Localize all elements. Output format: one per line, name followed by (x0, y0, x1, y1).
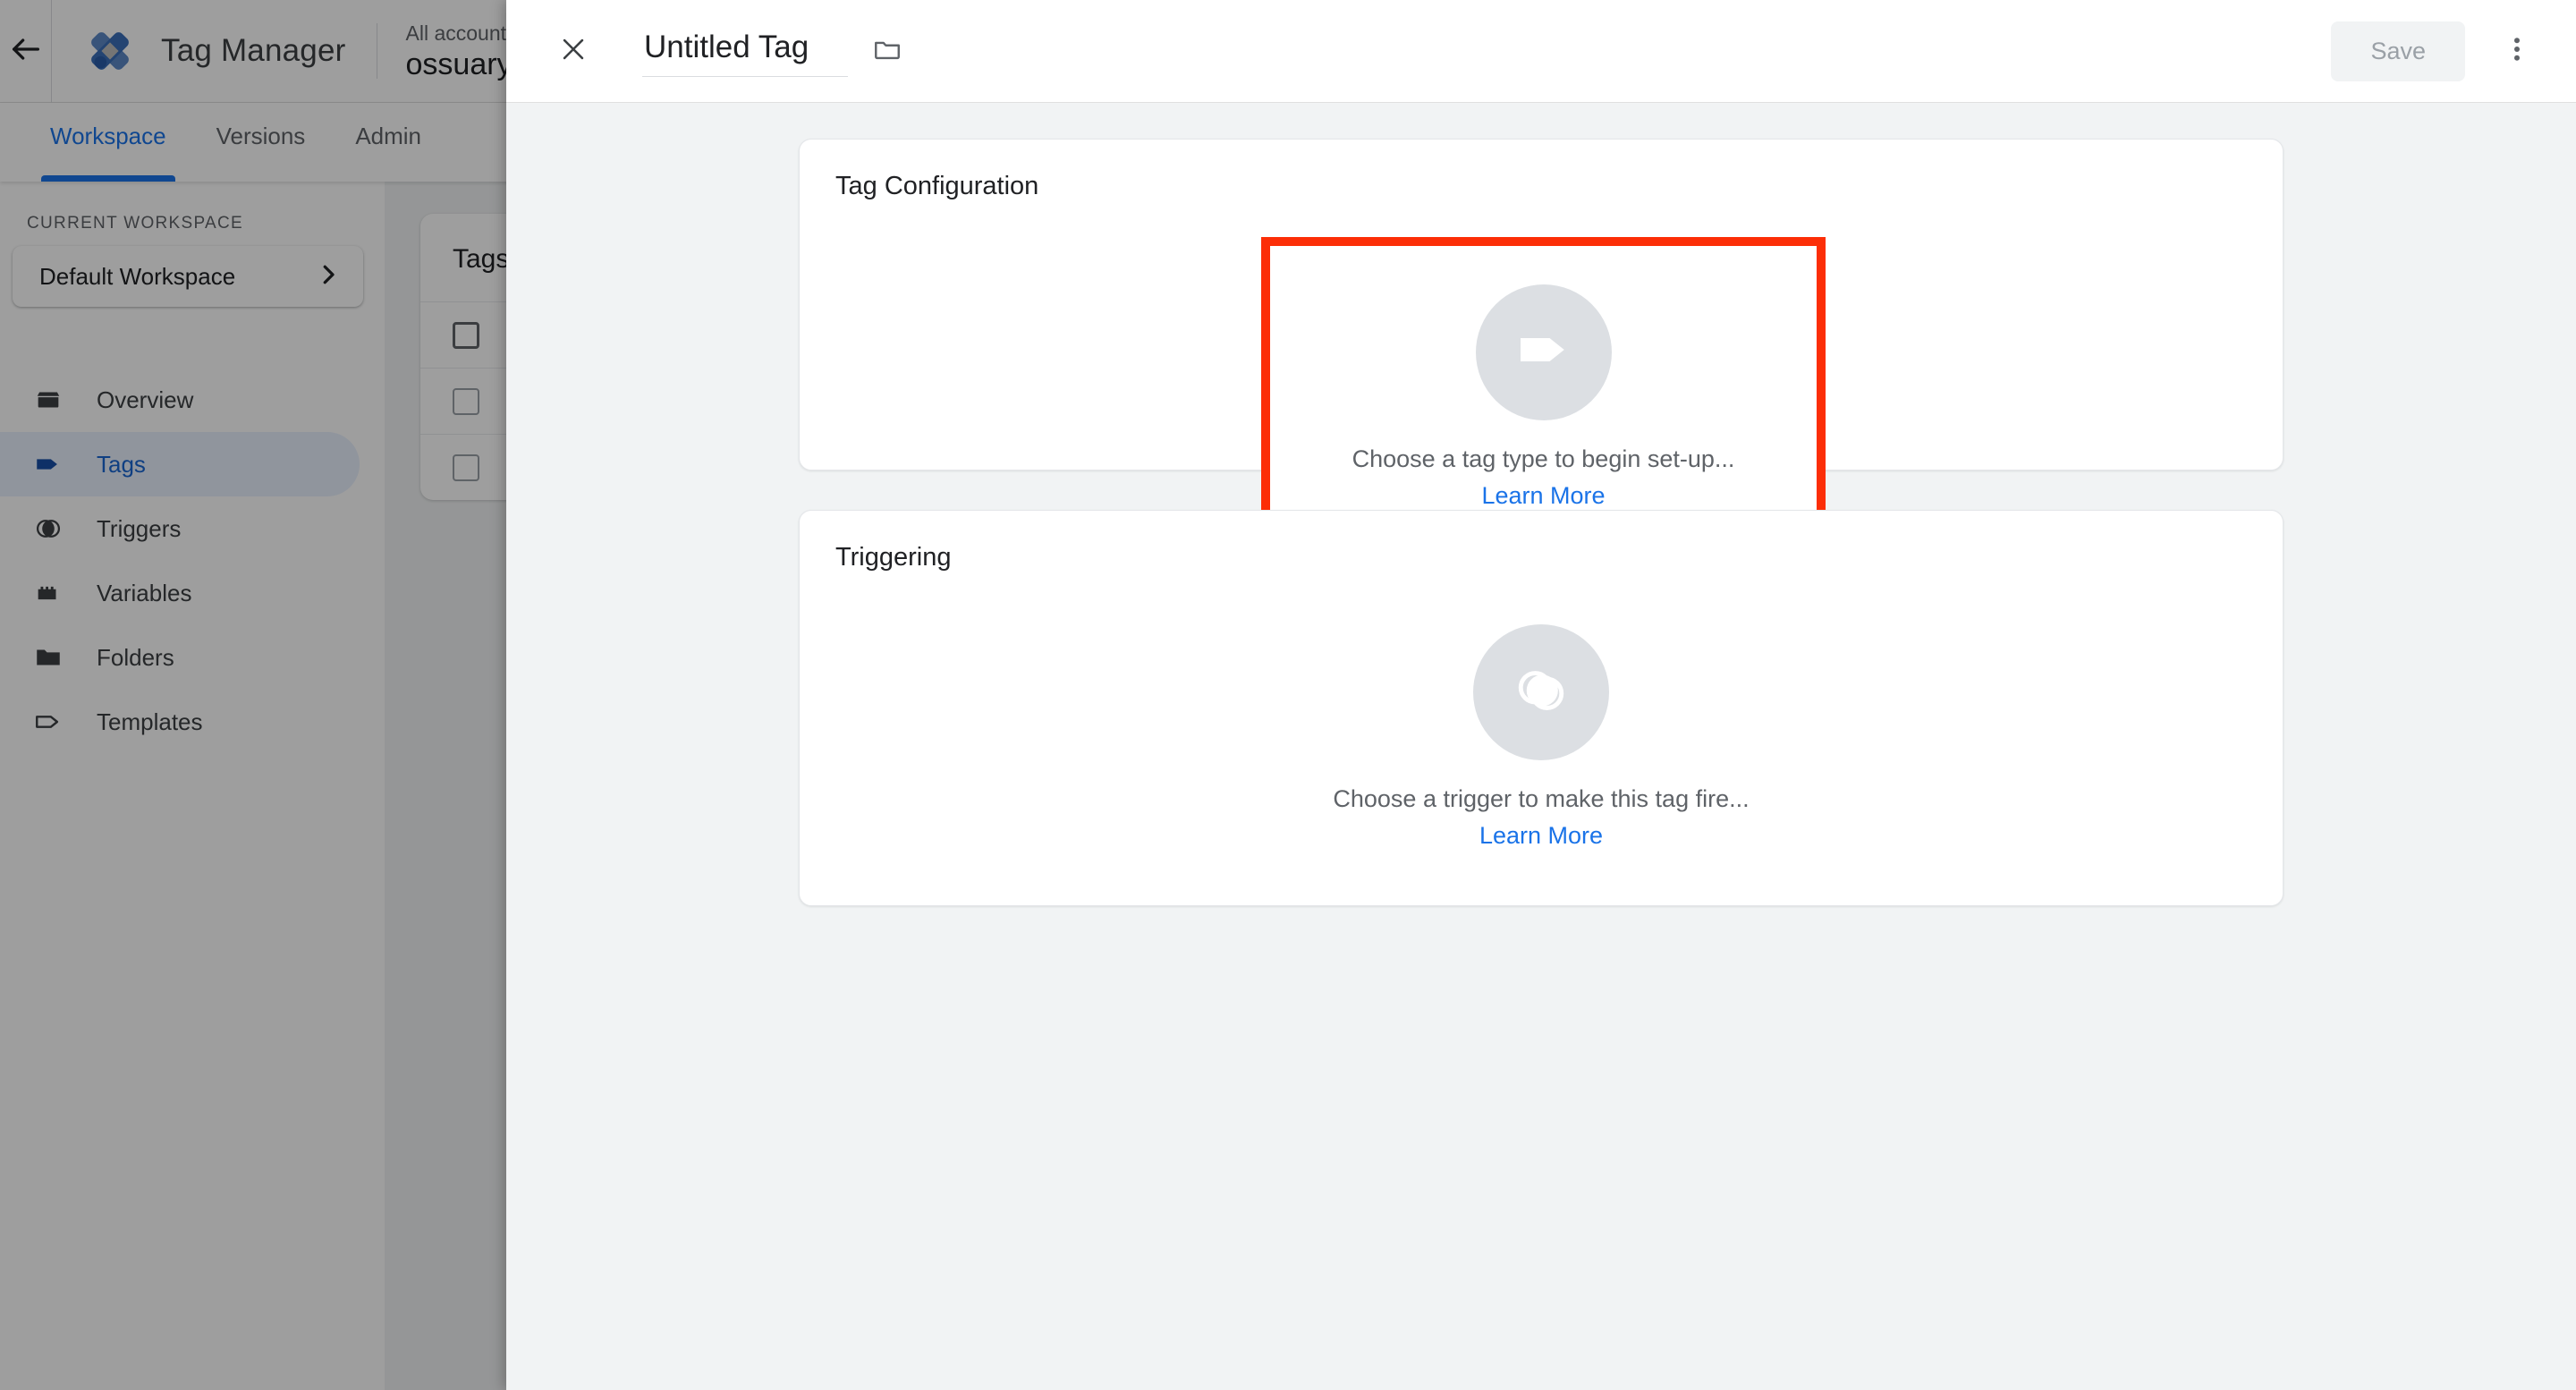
tag-outline-icon-wrap (1476, 284, 1612, 420)
tag-type-placeholder[interactable]: Choose a tag type to begin set-up... Lea… (1352, 284, 1735, 510)
triggering-body[interactable]: Choose a trigger to make this tag fire..… (800, 572, 2283, 905)
more-options-button[interactable] (2492, 26, 2542, 76)
select-folder-button[interactable] (868, 31, 907, 71)
close-icon (558, 34, 589, 69)
folder-icon (872, 34, 902, 69)
trigger-outline-icon-wrap (1473, 624, 1609, 760)
tag-type-chooser-highlight[interactable]: Choose a tag type to begin set-up... Lea… (1261, 237, 1826, 556)
tag-configuration-card: Tag Configuration Choose a tag type to b… (799, 139, 2284, 470)
save-button[interactable]: Save (2331, 21, 2465, 81)
tag-editor-modal: Save Tag Configuration (506, 0, 2576, 1390)
trigger-placeholder-text: Choose a trigger to make this tag fire..… (1333, 785, 1749, 813)
tag-configuration-title: Tag Configuration (800, 140, 2283, 201)
tag-configuration-body: Choose a tag type to begin set-up... Lea… (800, 201, 2283, 470)
modal-header: Save (506, 0, 2576, 103)
triggering-card: Triggering Choose a trigger to make this… (799, 510, 2284, 906)
tag-name-input[interactable] (642, 26, 848, 77)
close-button[interactable] (549, 27, 597, 75)
modal-body: Tag Configuration Choose a tag type to b… (506, 103, 2576, 1390)
trigger-placeholder[interactable]: Choose a trigger to make this tag fire..… (800, 624, 2283, 850)
triggering-learn-more-link[interactable]: Learn More (1479, 822, 1603, 850)
triggering-title: Triggering (800, 511, 2283, 572)
tag-type-placeholder-text: Choose a tag type to begin set-up... (1352, 445, 1735, 473)
trigger-outline-icon (1506, 656, 1576, 730)
tag-configuration-learn-more-link[interactable]: Learn More (1481, 482, 1605, 510)
more-vert-icon (2501, 33, 2533, 70)
tag-outline-icon (1509, 315, 1579, 389)
tag-name-block (642, 26, 907, 77)
